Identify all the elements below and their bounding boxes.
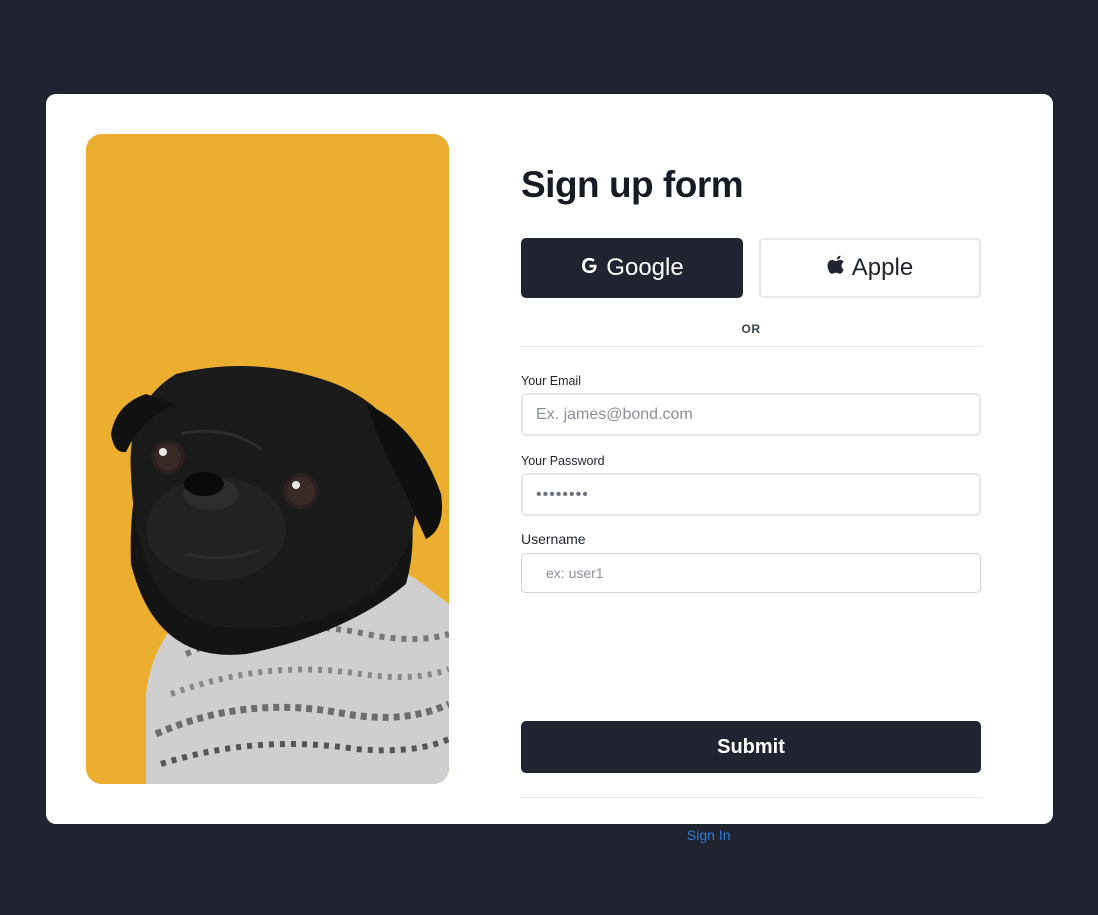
divider: [521, 346, 981, 347]
google-button[interactable]: Google: [521, 238, 743, 298]
apple-button[interactable]: Apple: [759, 238, 981, 298]
username-field[interactable]: [521, 553, 981, 593]
signin-prompt: Already have an account?: [521, 827, 683, 843]
signup-form: Sign up form Google Apple OR Your Email …: [521, 164, 981, 843]
email-label: Your Email: [521, 374, 581, 388]
pug-illustration: [86, 134, 449, 784]
divider: [521, 797, 981, 798]
google-g-icon: [580, 254, 606, 282]
apple-button-label: Apple: [851, 254, 914, 281]
password-label: Your Password: [521, 454, 605, 468]
password-field[interactable]: [521, 473, 981, 516]
submit-button[interactable]: Submit: [521, 721, 981, 773]
or-separator-label: OR: [741, 322, 761, 336]
pug-photo: [86, 134, 449, 784]
signup-card: Sign up form Google Apple OR Your Email …: [46, 94, 1053, 843]
form-title: Sign up form: [521, 164, 744, 205]
signin-row: Already have an account? Sign In: [521, 827, 730, 843]
social-login-row: Google Apple: [521, 238, 981, 298]
email-field[interactable]: [521, 393, 981, 436]
apple-icon: [827, 254, 852, 282]
signin-link[interactable]: Sign In: [687, 827, 731, 843]
username-label: Username: [521, 531, 586, 547]
google-button-label: Google: [606, 254, 684, 281]
